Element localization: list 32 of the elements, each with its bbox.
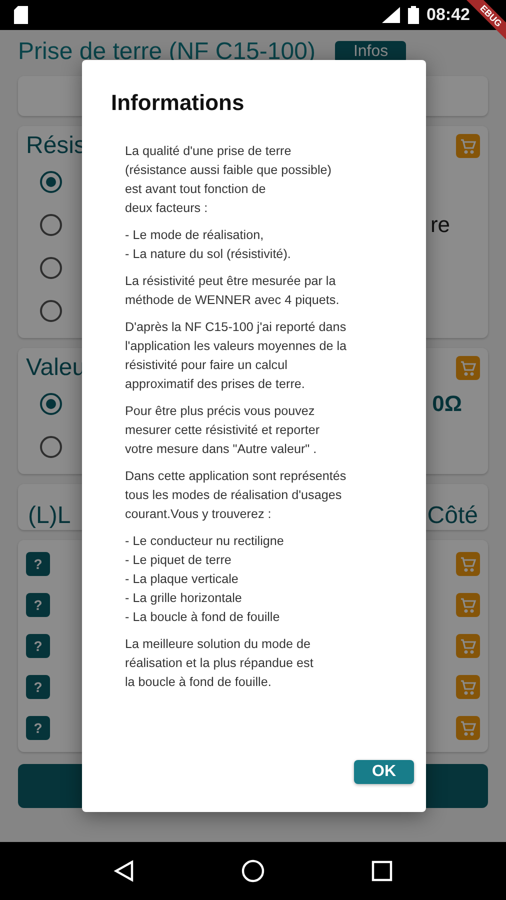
radio-button[interactable]: [40, 300, 62, 322]
sd-card-icon: [14, 6, 28, 24]
home-icon[interactable]: [240, 859, 265, 883]
radio-button[interactable]: [40, 214, 62, 236]
ok-button[interactable]: OK: [354, 760, 414, 784]
help-button[interactable]: ?: [26, 716, 50, 740]
signal-icon: [382, 7, 400, 23]
battery-icon: [408, 6, 419, 24]
column-header: (L)L: [28, 502, 71, 530]
dialog-title: Informations: [111, 90, 246, 116]
paragraph: La qualité d'une prise de terre (résistance aussi faible que possible) est avant tout fonction de deux facteurs :: [125, 143, 333, 217]
paragraph: Dans cette application sont représentés tous les modes de réalisation d'usages courant.Vous y trouverez :: [125, 468, 348, 523]
radio-button[interactable]: [40, 256, 62, 278]
app-title: Prise de terre (NF C15-100): [18, 38, 316, 66]
radio-button[interactable]: [40, 392, 62, 414]
paragraph: - Le mode de réalisation, - La nature du sol (résistivité).: [125, 227, 292, 263]
radio-button[interactable]: [40, 170, 62, 192]
paragraph: - Le conducteur nu rectiligne - Le piquet de terre - La plaque verticale - La grille horizontale - La boucle à fond de fouille: [125, 533, 285, 626]
radio-button[interactable]: [40, 436, 62, 458]
paragraph: D'après la NF C15-100 j'ai reporté dans l'application les valeurs moyennes de la résistivité pour faire un calcul approximatif des prises de terre.: [125, 319, 348, 393]
paragraph: La meilleure solution du mode de réalisation et la plus répandue est la boucle à fond de fouille.: [125, 636, 314, 691]
recents-icon[interactable]: [370, 859, 394, 883]
help-button[interactable]: ?: [26, 634, 50, 658]
paragraph: La résistivité peut être mesurée par la méthode de WENNER avec 4 piquets.: [125, 273, 340, 309]
clock: 08:42: [426, 5, 470, 25]
help-button[interactable]: ?: [26, 552, 50, 576]
column-header: Côté: [427, 502, 478, 530]
help-button[interactable]: ?: [26, 675, 50, 699]
help-button[interactable]: ?: [26, 593, 50, 617]
option-label: 0Ω: [432, 390, 463, 416]
option-label: re: [430, 212, 451, 238]
paragraph: Pour être plus précis vous pouvez mesurer cette résistivité et reporter votre mesure dans "Autre valeur" .: [125, 403, 321, 458]
